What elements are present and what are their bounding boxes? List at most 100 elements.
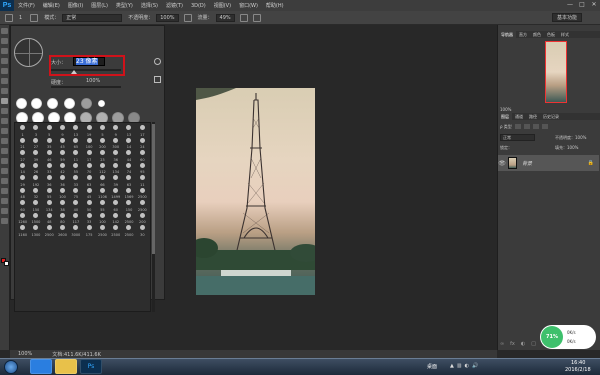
brush-tip[interactable]: 27 xyxy=(16,149,29,162)
brush-tip[interactable]: 112 xyxy=(96,162,109,174)
size-slider-handle[interactable] xyxy=(71,70,77,74)
brush-tip[interactable]: 1300 xyxy=(29,224,42,237)
menu-3d[interactable]: 3D(D) xyxy=(187,3,210,9)
brush-tool-icon[interactable] xyxy=(1,98,8,104)
link-layers-icon[interactable]: ∞ xyxy=(500,341,504,347)
brush-tip[interactable]: 300 xyxy=(109,137,122,149)
preset-brush[interactable] xyxy=(31,98,42,109)
pressure-size-icon[interactable] xyxy=(252,13,261,22)
gradient-tool-icon[interactable] xyxy=(1,138,8,144)
brush-tip[interactable]: 2500 xyxy=(122,224,135,237)
brush-tip[interactable]: 5 xyxy=(96,124,109,137)
hardness-slider[interactable] xyxy=(51,86,121,88)
brush-tip[interactable]: 36 xyxy=(43,174,56,187)
shape-tool-icon[interactable] xyxy=(1,198,8,204)
brush-tip[interactable]: 70 xyxy=(83,162,96,174)
brush-tip[interactable]: 134 xyxy=(109,162,122,174)
brush-tip[interactable]: 45 xyxy=(83,187,96,199)
filter-type-icon[interactable] xyxy=(532,124,539,129)
menu-layer[interactable]: 图层(L) xyxy=(87,2,112,9)
brush-tip[interactable]: 26 xyxy=(29,162,42,174)
brush-tip[interactable]: 150 xyxy=(122,199,135,212)
tray-app-icon[interactable]: ◐ xyxy=(465,363,469,369)
brush-tip[interactable]: 45 xyxy=(56,137,69,149)
brush-tip[interactable]: 38 xyxy=(56,199,69,212)
preset-brush[interactable] xyxy=(81,98,92,109)
brush-tip[interactable]: 13 xyxy=(69,124,82,137)
menu-edit[interactable]: 编辑(E) xyxy=(39,2,64,9)
lasso-tool-icon[interactable] xyxy=(1,48,8,54)
pressure-opacity-icon[interactable] xyxy=(183,13,192,22)
brush-tip[interactable]: 63 xyxy=(83,174,96,187)
volume-icon[interactable]: 🔊 xyxy=(472,363,478,369)
brush-tip[interactable]: 50 xyxy=(83,199,96,212)
airbrush-icon[interactable] xyxy=(239,13,248,22)
brush-tip[interactable]: 55 xyxy=(43,187,56,199)
mode-select[interactable]: 正常 xyxy=(62,13,123,22)
clock-date[interactable]: 2016/2/18 xyxy=(565,367,591,373)
brush-tip[interactable]: 39 xyxy=(29,149,42,162)
brush-tip[interactable]: 2500 xyxy=(96,224,109,237)
menu-window[interactable]: 窗口(W) xyxy=(235,2,262,9)
brush-tip[interactable]: 1499 xyxy=(109,187,122,199)
brush-tip[interactable]: 2500 xyxy=(122,212,135,224)
brush-tip[interactable]: 200 xyxy=(96,137,109,149)
brush-tip[interactable]: 14 xyxy=(122,137,135,149)
brush-tip[interactable]: 63 xyxy=(122,174,135,187)
preset-brush[interactable] xyxy=(98,100,105,107)
navigator-zoom-value[interactable]: 100% xyxy=(500,107,511,112)
brush-tip[interactable]: 100 xyxy=(83,137,96,149)
maximize-button[interactable]: □ xyxy=(578,1,586,9)
brush-tip[interactable]: 27 xyxy=(29,137,42,149)
tray-expand-icon[interactable]: ▲ xyxy=(450,363,454,369)
marquee-tool-icon[interactable] xyxy=(1,38,8,44)
brush-size-indicator[interactable]: 1 xyxy=(19,15,22,21)
brush-tip[interactable]: 2500 xyxy=(136,187,149,199)
brush-tip[interactable]: 33 xyxy=(43,162,56,174)
taskbar-photoshop-icon[interactable]: Ps xyxy=(80,359,102,374)
minimize-button[interactable]: — xyxy=(566,1,574,9)
brush-tip[interactable]: 33 xyxy=(83,212,96,224)
brush-tip[interactable]: 3000 xyxy=(69,224,82,237)
path-select-tool-icon[interactable] xyxy=(1,188,8,194)
brush-tip[interactable]: 21 xyxy=(16,137,29,149)
brush-tip[interactable]: 150 xyxy=(29,199,42,212)
filter-pixel-icon[interactable] xyxy=(514,124,521,129)
type-tool-icon[interactable] xyxy=(1,178,8,184)
tab-swatches[interactable]: 色板 xyxy=(544,31,558,38)
brush-tip[interactable]: 11 xyxy=(136,174,149,187)
layer-opacity[interactable]: 不透明度：100% xyxy=(555,135,586,141)
brush-tip[interactable]: 30 xyxy=(136,224,149,237)
brush-tip[interactable]: 3 xyxy=(29,124,42,137)
brush-tip[interactable]: 14 xyxy=(16,162,29,174)
menu-filter[interactable]: 滤镜(T) xyxy=(162,2,187,9)
tab-color[interactable]: 颜色 xyxy=(530,31,544,38)
menu-select[interactable]: 选择(S) xyxy=(137,2,162,9)
preset-brush[interactable] xyxy=(64,98,75,109)
layer-style-icon[interactable]: fx xyxy=(510,341,515,347)
menu-type[interactable]: 类型(Y) xyxy=(112,2,137,9)
tab-navigator[interactable]: 导航器 xyxy=(498,31,516,38)
brush-tip[interactable]: 59 xyxy=(56,149,69,162)
brush-tip[interactable]: 13 xyxy=(122,124,135,137)
brush-tip[interactable]: 75 xyxy=(69,187,82,199)
size-input[interactable]: 23 像素 xyxy=(73,57,105,66)
healing-tool-icon[interactable] xyxy=(1,88,8,94)
tab-layers[interactable]: 图层 xyxy=(498,113,512,120)
brush-tip[interactable]: 1569 xyxy=(122,187,135,199)
workspace-select[interactable]: 基本功能 xyxy=(551,13,582,22)
blend-mode-select[interactable]: 正常 xyxy=(500,134,535,141)
eye-icon[interactable]: 👁 xyxy=(498,160,506,167)
hand-tool-icon[interactable] xyxy=(1,208,8,214)
filter-adjust-icon[interactable] xyxy=(523,124,530,129)
blur-tool-icon[interactable] xyxy=(1,148,8,154)
brush-tool-icon[interactable] xyxy=(5,13,13,22)
background-color-swatch[interactable] xyxy=(4,261,9,266)
brush-tip[interactable]: 48 xyxy=(43,212,56,224)
brush-tip[interactable]: 100 xyxy=(96,212,109,224)
clock-time[interactable]: 16:40 xyxy=(571,360,585,366)
brush-tip[interactable]: 24 xyxy=(136,137,149,149)
brush-tip[interactable]: 2500 xyxy=(109,224,122,237)
brush-grid-scroll-thumb[interactable] xyxy=(152,124,155,254)
layer-name[interactable]: 背景 xyxy=(522,160,532,167)
